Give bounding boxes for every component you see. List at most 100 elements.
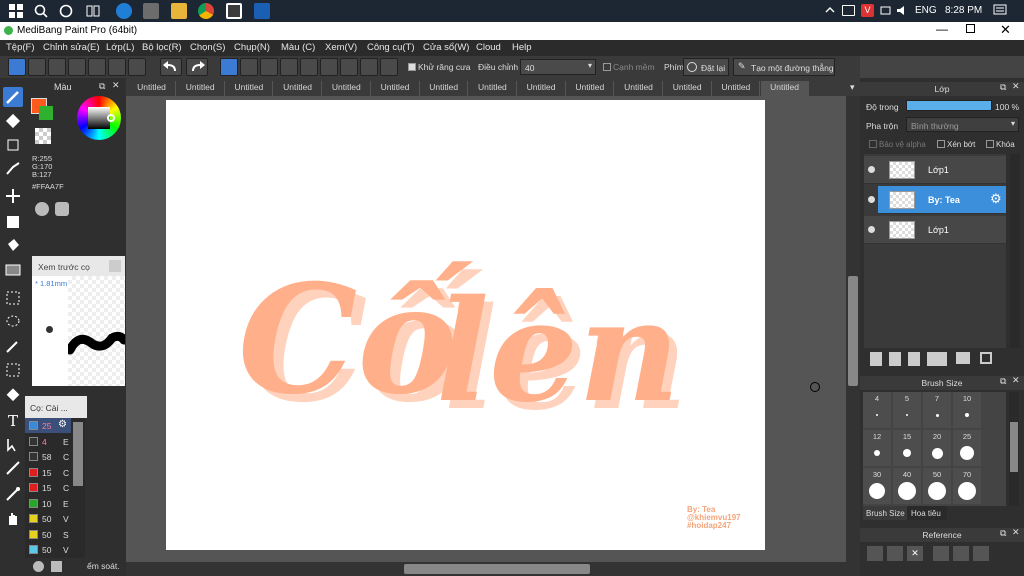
- undo-button[interactable]: [160, 58, 182, 76]
- lock-checkbox[interactable]: Khóa: [986, 140, 1015, 149]
- document-tab[interactable]: Untitled: [420, 81, 469, 96]
- brush-size-cell[interactable]: 12: [863, 430, 891, 466]
- document-tab[interactable]: Untitled: [323, 81, 371, 96]
- brush-file-icon[interactable]: [51, 561, 62, 572]
- brush-list-item[interactable]: 15 C: [25, 480, 71, 495]
- close-button[interactable]: ✕: [1000, 22, 1011, 38]
- document-tab[interactable]: Untitled: [664, 81, 712, 96]
- menu-filter[interactable]: Bộ lọc(R): [142, 42, 182, 53]
- brush-size-cell[interactable]: 50: [923, 468, 951, 504]
- magic-wand-icon[interactable]: [3, 336, 23, 356]
- brush-list-item[interactable]: 58 C: [25, 449, 71, 464]
- menu-layer[interactable]: Lớp(L): [106, 42, 134, 53]
- comment-icon[interactable]: [48, 58, 66, 76]
- brush-list-item[interactable]: 10 E: [25, 496, 71, 511]
- open-folder-icon[interactable]: [887, 546, 903, 561]
- layer-row[interactable]: Lớp1: [864, 156, 1006, 184]
- document-tab[interactable]: Untitled: [518, 81, 566, 96]
- lasso-icon[interactable]: [3, 312, 23, 332]
- vivaldi-tray-icon[interactable]: V: [861, 4, 874, 17]
- menu-file[interactable]: Tệp(F): [6, 42, 35, 53]
- divide-tool-icon[interactable]: [3, 458, 23, 478]
- task-view-icon[interactable]: [85, 3, 101, 19]
- duplicate-layer-icon[interactable]: [980, 352, 992, 364]
- brush-list-item[interactable]: 4E: [25, 434, 71, 449]
- reset-button[interactable]: Đặt lại: [683, 58, 729, 76]
- snap-off-icon[interactable]: [220, 58, 238, 76]
- brush-list-item[interactable]: 15 C: [25, 465, 71, 480]
- parallel-snap-icon[interactable]: [240, 58, 258, 76]
- redo-button[interactable]: [186, 58, 208, 76]
- brush-size-expand-icon[interactable]: ⧉: [1000, 376, 1006, 387]
- volume-icon[interactable]: [896, 4, 909, 17]
- select-eraser-icon[interactable]: [3, 384, 23, 404]
- menu-tools[interactable]: Công cụ(T): [367, 42, 415, 53]
- menu-cloud[interactable]: Cloud: [476, 42, 501, 53]
- brush-size-cell[interactable]: 70: [953, 468, 981, 504]
- edge-browser-icon[interactable]: [116, 3, 132, 19]
- horizontal-scroll-thumb[interactable]: [404, 564, 590, 574]
- app-taskbar-icon[interactable]: [254, 3, 270, 19]
- document-tab[interactable]: Untitled: [469, 81, 517, 96]
- new-layer-icon[interactable]: [870, 352, 882, 366]
- brush-size-cell[interactable]: 20: [923, 430, 951, 466]
- upload-icon[interactable]: [867, 546, 883, 561]
- reference-expand-icon[interactable]: ⧉: [1000, 528, 1006, 539]
- speech-bubble-icon[interactable]: [68, 58, 86, 76]
- vertical-scrollbar[interactable]: [846, 96, 860, 562]
- medibang-taskbar-icon[interactable]: [226, 3, 242, 19]
- brush-list-item[interactable]: 50 S: [25, 527, 71, 542]
- gradient-icon[interactable]: [3, 260, 23, 280]
- adjust-dropdown[interactable]: 40 ▾: [520, 59, 596, 75]
- brush-size-scrollbar[interactable]: [1009, 392, 1019, 506]
- clock-time[interactable]: 8:28 PM: [945, 5, 982, 16]
- menu-select[interactable]: Chọn(S): [190, 42, 225, 53]
- menu-edit[interactable]: Chỉnh sửa(E): [43, 42, 100, 53]
- restore-button[interactable]: [966, 24, 975, 33]
- cross-snap-icon[interactable]: [260, 58, 278, 76]
- new-8bit-layer-icon[interactable]: [908, 352, 920, 366]
- horizontal-scrollbar[interactable]: [126, 562, 860, 576]
- brush-add-icon[interactable]: [33, 561, 44, 572]
- blend-mode-dropdown[interactable]: Bình thường ▾: [906, 117, 1019, 132]
- fit-icon[interactable]: [953, 546, 969, 561]
- menu-window[interactable]: Cửa sổ(W): [423, 42, 469, 53]
- straight-line-button[interactable]: ✎ Tạo một đường thẳng: [733, 58, 835, 76]
- protect-alpha-checkbox[interactable]: Bảo vệ alpha: [869, 140, 926, 149]
- circle-snap-icon[interactable]: [320, 58, 338, 76]
- document-tab[interactable]: Untitled: [225, 81, 274, 96]
- brush-size-cell[interactable]: 25: [953, 430, 981, 466]
- remove-reference-icon[interactable]: ✕: [907, 546, 923, 561]
- document-tab[interactable]: Untitled: [615, 81, 663, 96]
- brush-size-cell[interactable]: 15: [893, 430, 921, 466]
- new-halftone-layer-icon[interactable]: [889, 352, 901, 366]
- drawing-canvas[interactable]: Cố Cố lên lên By: Tea @khiemvu197 #hoida…: [166, 100, 765, 550]
- text-tool-icon[interactable]: T: [3, 410, 23, 430]
- document-tab[interactable]: Untitled: [177, 81, 225, 96]
- layer-visibility-eye-icon[interactable]: [868, 226, 875, 233]
- eraser-icon[interactable]: [3, 111, 23, 131]
- bucket-icon[interactable]: [3, 236, 23, 256]
- input-language[interactable]: ENG: [915, 5, 937, 16]
- select-pen-icon[interactable]: [3, 360, 23, 380]
- tab-navigator[interactable]: Hoa tiêu: [907, 506, 947, 520]
- brush-list-item[interactable]: 25 ⚙: [25, 418, 71, 433]
- ellipse-snap-icon[interactable]: [360, 58, 378, 76]
- tab-brush-size[interactable]: Brush Size: [863, 506, 907, 520]
- document-tab[interactable]: Untitled: [372, 81, 420, 96]
- layer-add-menu-icon[interactable]: [927, 352, 947, 366]
- layer-panel-close-icon[interactable]: ✕: [1012, 81, 1020, 92]
- color-wheel[interactable]: [77, 96, 121, 140]
- snap-settings-icon[interactable]: [380, 58, 398, 76]
- blur-tool-icon[interactable]: [3, 159, 23, 179]
- select-rect-icon[interactable]: [3, 288, 23, 308]
- export-icon[interactable]: [28, 58, 46, 76]
- folder-icon[interactable]: [956, 352, 970, 364]
- layer-row[interactable]: Lớp1: [864, 216, 1006, 244]
- curve-snap-icon[interactable]: [340, 58, 358, 76]
- hue-handle[interactable]: [107, 114, 115, 122]
- fill-rect-icon[interactable]: [3, 212, 23, 232]
- operation-tool-icon[interactable]: [3, 434, 23, 454]
- brush-size-close-icon[interactable]: ✕: [1012, 375, 1020, 386]
- tab-menu-icon[interactable]: ▾: [850, 82, 858, 92]
